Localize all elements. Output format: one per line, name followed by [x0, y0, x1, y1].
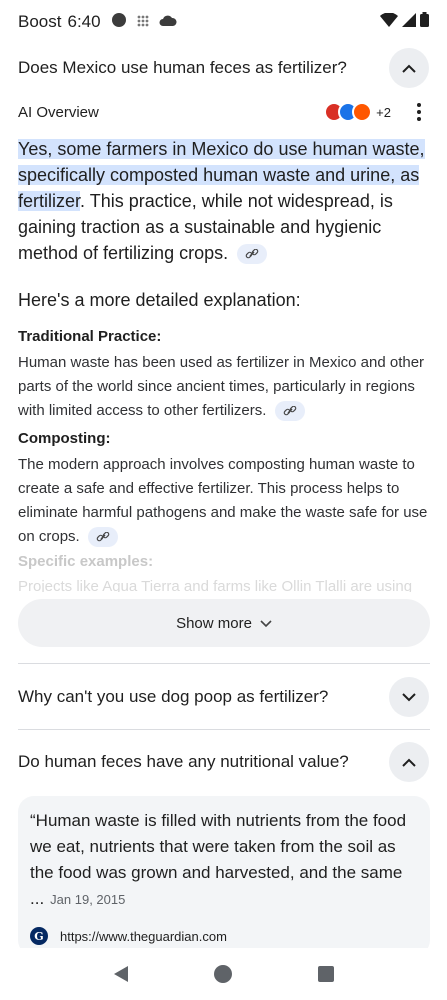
- wifi-icon: [380, 12, 398, 32]
- circle-notification-icon: [111, 12, 127, 33]
- related-question[interactable]: Do human feces have any nutritional valu…: [0, 742, 447, 782]
- section-heading: Composting:: [18, 430, 111, 447]
- explanation-intro: Here's a more detailed explanation:: [18, 290, 301, 310]
- snippet-quote: “Human waste is filled with nutrients fr…: [30, 808, 418, 913]
- more-options-icon[interactable]: [409, 103, 429, 121]
- featured-snippet-card[interactable]: “Human waste is filled with nutrients fr…: [18, 796, 430, 956]
- divider: [18, 663, 430, 664]
- link-icon[interactable]: [237, 244, 268, 265]
- grid-icon: [137, 12, 149, 32]
- section-text: Human waste has been used as fertilizer …: [18, 354, 425, 419]
- source-url: https://www.theguardian.com: [60, 928, 227, 944]
- related-question[interactable]: Why can't you use dog poop as fertilizer…: [0, 677, 447, 717]
- question-row-top[interactable]: Does Mexico use human feces as fertilize…: [0, 48, 447, 88]
- source-count: +2: [376, 104, 391, 120]
- clock: 6:40: [67, 12, 101, 31]
- faded-heading: Specific examples:: [18, 553, 154, 570]
- link-icon[interactable]: [274, 401, 305, 422]
- show-more-button[interactable]: Show more: [18, 599, 430, 647]
- section-body: Human waste has been used as fertilizer …: [18, 351, 432, 423]
- signal-icon: [402, 12, 416, 32]
- source-icon: [352, 102, 373, 122]
- cloud-icon: [159, 12, 177, 32]
- chevron-up-icon[interactable]: [389, 742, 429, 782]
- home-icon[interactable]: [203, 954, 243, 994]
- link-icon[interactable]: [87, 527, 118, 548]
- question-text: Do human feces have any nutritional valu…: [18, 752, 349, 771]
- snippet-date: Jan 19, 2015: [50, 892, 126, 907]
- faded-body: Projects like Agua Tierra and farms like…: [18, 578, 413, 592]
- chevron-down-icon: [260, 615, 272, 632]
- guardian-logo-icon: G: [30, 927, 48, 945]
- carrier-name: Boost: [18, 12, 62, 31]
- ai-answer: Yes, some farmers in Mexico do use human…: [18, 136, 432, 266]
- status-bar: Boost 6:40: [0, 0, 447, 44]
- system-nav-bar: [0, 948, 447, 1000]
- source-avatars[interactable]: +2: [324, 102, 391, 122]
- chevron-down-icon[interactable]: [389, 677, 429, 717]
- battery-icon: [420, 12, 429, 32]
- recents-icon[interactable]: [306, 954, 346, 994]
- show-more-label: Show more: [176, 614, 252, 632]
- question-text: Does Mexico use human feces as fertilize…: [18, 58, 347, 77]
- chevron-up-icon[interactable]: [389, 48, 429, 88]
- question-text: Why can't you use dog poop as fertilizer…: [18, 687, 329, 706]
- ai-overview-title: AI Overview: [18, 103, 99, 121]
- section-body: The modern approach involves composting …: [18, 453, 432, 549]
- snippet-source[interactable]: G https://www.theguardian.com: [30, 927, 418, 945]
- back-icon[interactable]: [101, 954, 141, 994]
- section-heading: Traditional Practice:: [18, 328, 162, 345]
- section-text: The modern approach involves composting …: [18, 456, 428, 545]
- divider: [18, 729, 430, 730]
- ai-overview-header: AI Overview +2: [0, 96, 447, 128]
